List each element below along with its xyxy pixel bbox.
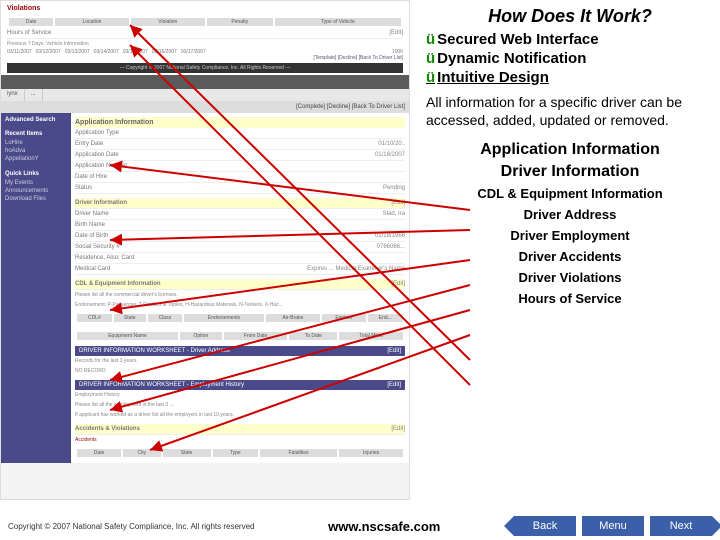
bullet-secured: üSecured Web Interface: [420, 31, 720, 50]
app-info-title: Application Information: [75, 117, 405, 128]
check-icon: ü: [426, 69, 435, 86]
info-title-driver: Driver Information: [420, 161, 720, 183]
sidebar: Advanced Search Recent Items LoHire hoAd…: [1, 113, 71, 463]
info-title-app: Application Information: [420, 139, 720, 161]
check-icon: ü: [426, 50, 435, 67]
nav: Back Menu Next: [514, 516, 712, 536]
bullet-intuitive: üIntuitive Design: [420, 69, 720, 88]
cdl-title: CDL & Equipment Information: [75, 281, 161, 287]
emp-bar: DRIVER INFORMATION WORKSHEET - Employmen…: [75, 380, 405, 390]
violations-heading: Violations: [7, 3, 403, 14]
info-cdl: CDL & Equipment Information: [420, 183, 720, 204]
info-hos: Hours of Service: [420, 288, 720, 309]
driver-info-title: Driver Information: [75, 200, 127, 206]
footer: Copyright © 2007 National Safety Complia…: [0, 516, 720, 536]
menu-button[interactable]: Menu: [582, 516, 644, 536]
slide-paragraph: All information for a specific driver ca…: [420, 88, 720, 139]
info-acc: Driver Accidents: [420, 246, 720, 267]
next-button[interactable]: Next: [650, 516, 712, 536]
back-button[interactable]: Back: [514, 516, 576, 536]
info-viol: Driver Violations: [420, 267, 720, 288]
app-screenshot: Violations Date Location Violation Penal…: [0, 0, 410, 500]
slide-text: How Does It Work? üSecured Web Interface…: [420, 0, 720, 309]
info-emp: Driver Employment: [420, 225, 720, 246]
slide-heading: How Does It Work?: [420, 0, 720, 31]
check-icon: ü: [426, 31, 435, 48]
copyright: Copyright © 2007 National Safety Complia…: [8, 522, 254, 531]
bullet-dynamic: üDynamic Notification: [420, 50, 720, 69]
content: Application Information Application Type…: [71, 113, 409, 463]
url: www.nscsafe.com: [254, 519, 514, 534]
addr-bar: DRIVER INFORMATION WORKSHEET - Driver Ad…: [75, 346, 405, 356]
info-addr: Driver Address: [420, 204, 720, 225]
